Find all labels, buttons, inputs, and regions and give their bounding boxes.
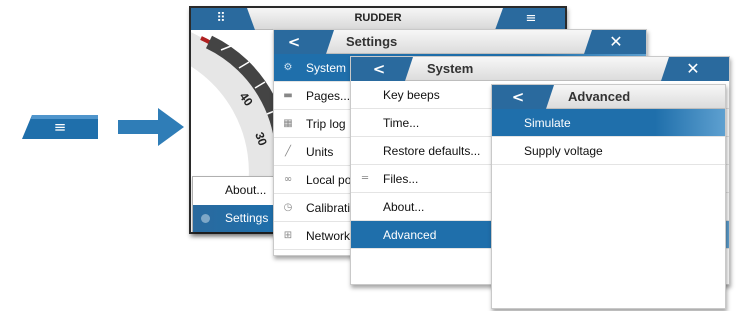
system-item-label: Files... <box>383 172 419 186</box>
back-icon[interactable]: < <box>282 30 306 54</box>
context-menu: About... Settings <box>192 176 274 232</box>
clock-icon: ◷ <box>283 202 293 213</box>
context-menu-item-label: About... <box>225 183 267 197</box>
system-titlebar: < System ✕ <box>351 57 729 81</box>
advanced-titlebar: < Advanced <box>492 85 725 109</box>
context-menu-item-label: Settings <box>225 211 269 225</box>
system-item-label: About... <box>383 200 425 214</box>
menu-icon: ≡ <box>53 118 67 136</box>
network-icon: ⊞ <box>283 230 293 241</box>
system-title: System <box>427 61 474 76</box>
close-icon[interactable]: ✕ <box>596 30 636 54</box>
back-icon[interactable]: < <box>506 85 530 109</box>
settings-gear-icon <box>201 214 210 223</box>
context-menu-item-about[interactable]: About... <box>193 177 273 204</box>
system-item-label: Advanced <box>383 228 437 242</box>
advanced-item-label: Simulate <box>524 116 571 130</box>
advanced-item-supply-voltage[interactable]: Supply voltage <box>492 137 725 165</box>
advanced-item-simulate[interactable]: Simulate <box>492 109 725 137</box>
rudder-titlebar: ⠿ RUDDER ≡ <box>191 8 565 30</box>
settings-item-label: System <box>306 61 347 75</box>
system-item-label: Restore defaults... <box>383 144 481 158</box>
gear-icon: ⚙ <box>283 62 293 73</box>
settings-item-label: Trip log <box>306 117 346 131</box>
files-icon: ═ <box>361 173 369 184</box>
settings-titlebar: < Settings ✕ <box>274 30 646 54</box>
settings-item-label: Local po <box>306 173 352 187</box>
ruler-icon: ╱ <box>284 146 292 157</box>
system-item-label: Key beeps <box>383 88 440 102</box>
trip-log-icon: ▦ <box>283 118 293 129</box>
advanced-item-label: Supply voltage <box>524 144 603 158</box>
close-icon[interactable]: ✕ <box>673 57 713 81</box>
menu-icon[interactable]: ≡ <box>513 8 549 30</box>
settings-item-label: Units <box>306 145 334 159</box>
menu-button[interactable]: ≡ <box>22 113 98 141</box>
back-icon[interactable]: < <box>367 57 391 81</box>
advanced-panel: < Advanced Simulate Supply voltage <box>491 84 726 309</box>
link-icon: ∞ <box>283 174 293 185</box>
system-item-label: Time... <box>383 116 420 130</box>
settings-item-label: Network <box>306 229 351 243</box>
right-arrow-icon <box>118 108 184 146</box>
settings-item-label: Pages... <box>306 89 351 103</box>
pages-icon: ▬ <box>283 90 293 101</box>
context-menu-item-settings[interactable]: Settings <box>193 205 273 232</box>
settings-title: Settings <box>346 34 398 49</box>
advanced-title: Advanced <box>568 89 631 104</box>
advanced-list: Simulate Supply voltage <box>492 109 725 165</box>
